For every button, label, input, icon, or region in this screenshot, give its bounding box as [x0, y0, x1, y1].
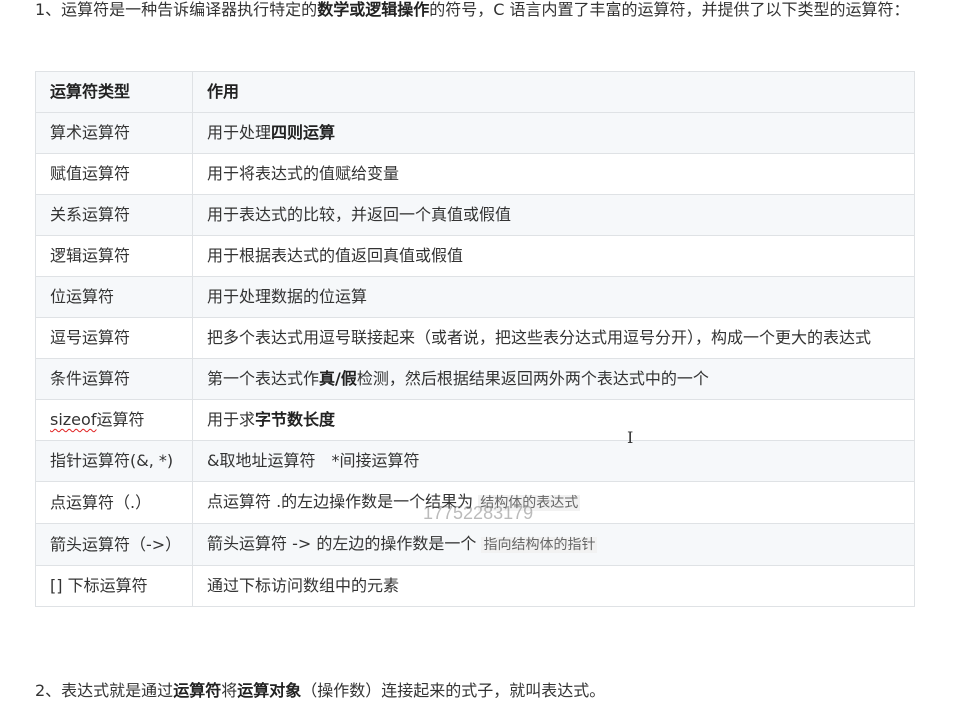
cell-type: 点运算符（.） [35, 481, 193, 524]
desc-text: 用于处理 [207, 123, 272, 142]
cell-desc: 用于根据表达式的值返回真值或假值 [192, 235, 915, 277]
header-type: 运算符类型 [35, 71, 193, 113]
outro-text-1: 2、表达式就是通过 [35, 681, 174, 700]
cell-type: [] 下标运算符 [35, 565, 193, 607]
desc-bold: 真/假 [319, 369, 357, 388]
cell-desc: 第一个表达式作真/假检测，然后根据结果返回两外两个表达式中的一个 [192, 358, 915, 400]
table-row: 条件运算符 第一个表达式作真/假检测，然后根据结果返回两外两个表达式中的一个 [35, 358, 915, 400]
cell-desc: &取地址运算符 *间接运算符 [192, 440, 915, 482]
cell-type: 逗号运算符 [35, 317, 193, 359]
table-row: 逗号运算符 把多个表达式用逗号联接起来（或者说，把这些表分达式用逗号分开），构成… [35, 317, 915, 359]
intro-text-1: 1、运算符是一种告诉编译器执行特定的 [35, 0, 318, 19]
cell-desc: 通过下标访问数组中的元素 [192, 565, 915, 607]
spellcheck-word: sizeof [50, 410, 97, 429]
table-row: 箭头运算符（->） 箭头运算符 -> 的左边的操作数是一个 指向结构体的指针 [35, 523, 915, 566]
table-row: 赋值运算符 用于将表达式的值赋给变量 [35, 153, 915, 195]
operator-table: 运算符类型 作用 算术运算符 用于处理四则运算 赋值运算符 用于将表达式的值赋给… [35, 71, 915, 607]
table-row: 位运算符 用于处理数据的位运算 [35, 276, 915, 318]
cell-type: 赋值运算符 [35, 153, 193, 195]
table-row: 逻辑运算符 用于根据表达式的值返回真值或假值 [35, 235, 915, 277]
cell-type: 条件运算符 [35, 358, 193, 400]
cell-type: 位运算符 [35, 276, 193, 318]
desc-text: 箭头运算符 -> 的左边的操作数是一个 [207, 534, 482, 553]
table-row: sizeof运算符 用于求字节数长度 [35, 399, 915, 441]
cell-desc: 用于处理四则运算 [192, 112, 915, 154]
table-header-row: 运算符类型 作用 [35, 71, 915, 113]
cell-type: 算术运算符 [35, 112, 193, 154]
table-row: [] 下标运算符 通过下标访问数组中的元素 [35, 565, 915, 607]
desc-text-2: 检测，然后根据结果返回两外两个表达式中的一个 [356, 369, 709, 388]
cell-desc: 点运算符 .的左边操作数是一个结果为 结构体的表达式 [192, 481, 915, 524]
watermark: 17752283179 [423, 503, 534, 523]
cell-type: 箭头运算符（->） [35, 523, 193, 566]
outro-text-3: （操作数）连接起来的式子，就叫表达式。 [301, 681, 606, 700]
cell-desc: 箭头运算符 -> 的左边的操作数是一个 指向结构体的指针 [192, 523, 915, 566]
desc-text: 用于求 [207, 410, 256, 429]
desc-text: 第一个表达式作 [207, 369, 320, 388]
outro-text-2: 将 [221, 681, 238, 700]
outro-paragraph: 2、表达式就是通过运算符将运算对象（操作数）连接起来的式子，就叫表达式。 [35, 678, 915, 704]
cell-type: 关系运算符 [35, 194, 193, 236]
cell-desc: 把多个表达式用逗号联接起来（或者说，把这些表分达式用逗号分开），构成一个更大的表… [192, 317, 915, 359]
outro-bold-2: 运算对象 [237, 681, 302, 700]
header-role: 作用 [192, 71, 915, 113]
cell-type: sizeof运算符 [35, 399, 193, 441]
table-row: 关系运算符 用于表达式的比较，并返回一个真值或假值 [35, 194, 915, 236]
cell-type: 逻辑运算符 [35, 235, 193, 277]
table-row: 指针运算符(&, *) &取地址运算符 *间接运算符 [35, 440, 915, 482]
intro-text-2: 的符号，C 语言内置了丰富的运算符，并提供了以下类型的运算符： [429, 0, 910, 19]
text-cursor-icon: I [627, 428, 634, 447]
cell-desc: 用于将表达式的值赋给变量 [192, 153, 915, 195]
type-suffix: 运算符 [96, 410, 145, 429]
outro-bold-1: 运算符 [173, 681, 222, 700]
desc-bold: 四则运算 [271, 123, 336, 142]
cell-type: 指针运算符(&, *) [35, 440, 193, 482]
intro-paragraph: 1、运算符是一种告诉编译器执行特定的数学或逻辑操作的符号，C 语言内置了丰富的运… [35, 0, 915, 23]
table-row: 算术运算符 用于处理四则运算 [35, 112, 915, 154]
cell-desc: 用于处理数据的位运算 [192, 276, 915, 318]
cell-desc: 用于求字节数长度 [192, 399, 915, 441]
cell-desc: 用于表达式的比较，并返回一个真值或假值 [192, 194, 915, 236]
intro-bold: 数学或逻辑操作 [317, 0, 430, 19]
desc-bold: 字节数长度 [255, 410, 336, 429]
desc-highlight: 指向结构体的指针 [481, 537, 598, 553]
